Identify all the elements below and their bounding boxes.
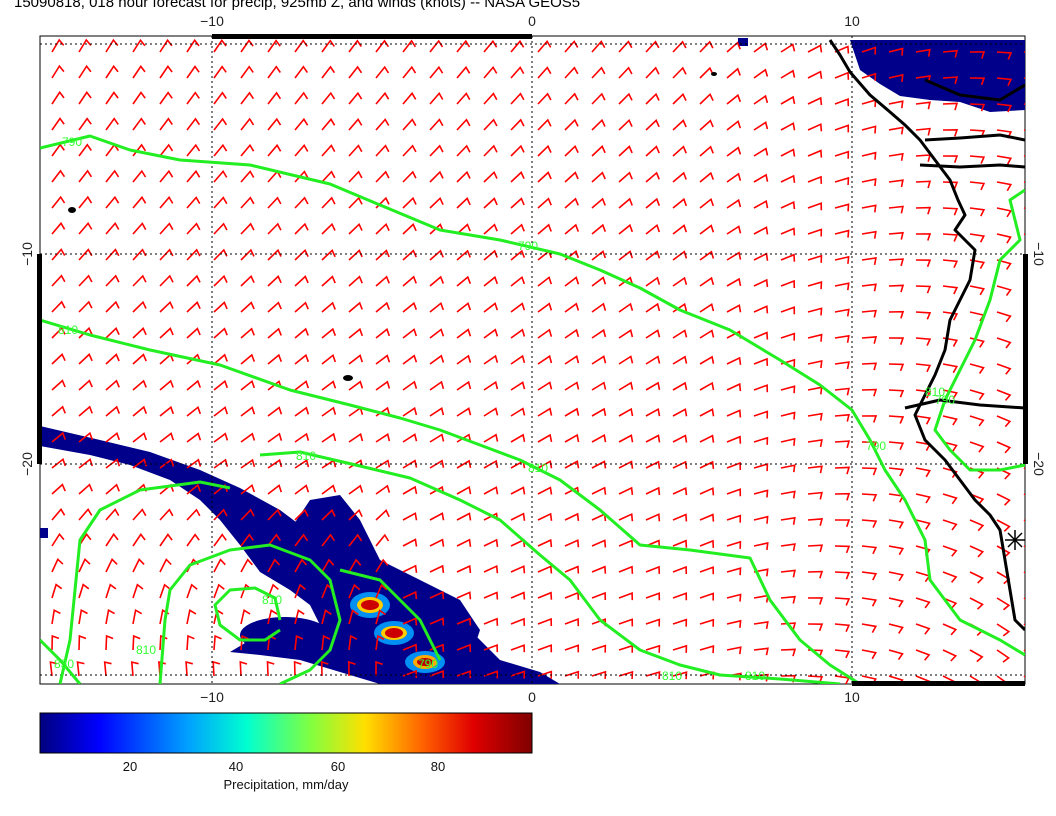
contour-label: 790 <box>935 393 955 407</box>
lon-tick-top: 10 <box>844 13 860 29</box>
precip-speck <box>738 38 748 46</box>
forecast-map: 790 790 810 810 810 810 790 790 810 830 … <box>19 13 1047 792</box>
contour-label: 810 <box>528 461 548 475</box>
contour-label: 810 <box>262 593 282 607</box>
lon-tick-bottom: 0 <box>528 689 536 705</box>
wind-barb <box>1023 545 1025 548</box>
lat-tick-left: −10 <box>19 242 35 266</box>
colorbar-tick: 20 <box>123 759 137 774</box>
contour-label: 830 <box>54 657 74 671</box>
lon-tick-top: 0 <box>528 13 536 29</box>
wind-barb <box>1023 77 1025 79</box>
wind-barb <box>1023 493 1025 496</box>
wind-barb <box>1023 519 1025 522</box>
border-mid <box>919 163 1025 169</box>
wind-barb <box>1023 597 1025 600</box>
contour-label: 810 <box>296 449 316 463</box>
wind-barb <box>1023 207 1025 210</box>
precip-speck <box>40 528 48 538</box>
colorbar-tick: 40 <box>229 759 243 774</box>
precip-colorbar: 20 40 60 80 Precipitation, mm/day <box>39 712 533 792</box>
colorbar-tick: 60 <box>331 759 345 774</box>
lat-tick-left: −20 <box>19 452 35 476</box>
lon-tick-bottom: −10 <box>200 689 224 705</box>
contour-label: 810 <box>136 643 156 657</box>
contour-label: 810 <box>58 323 78 337</box>
contour-label: 790 <box>866 439 886 453</box>
wind-barb <box>1023 155 1025 158</box>
lat-tick-right: −10 <box>1031 242 1047 266</box>
wind-barb <box>1023 181 1025 184</box>
wind-barb <box>1023 571 1025 574</box>
wind-barb <box>1023 103 1025 106</box>
colorbar-tick: 80 <box>431 759 445 774</box>
precip-blob-south <box>240 617 330 653</box>
wind-barb <box>1023 51 1025 53</box>
contour-label: 790 <box>62 135 82 149</box>
lon-tick-bottom: 10 <box>844 689 860 705</box>
colorbar-label: Precipitation, mm/day <box>224 777 349 792</box>
contour-label: 790 <box>518 239 538 253</box>
contour-label: 810 <box>662 669 682 683</box>
wind-barb <box>1023 623 1025 626</box>
compass-marker <box>1005 530 1025 550</box>
colorbar-ramp <box>39 712 533 754</box>
wind-barb <box>1023 649 1025 652</box>
contour-label: 810 <box>745 669 765 683</box>
lon-tick-top: −10 <box>200 13 224 29</box>
lat-tick-right: −20 <box>1031 452 1047 476</box>
contour-label: 790 <box>418 657 438 671</box>
wind-barb <box>1023 129 1025 132</box>
wind-barb <box>1023 675 1025 678</box>
